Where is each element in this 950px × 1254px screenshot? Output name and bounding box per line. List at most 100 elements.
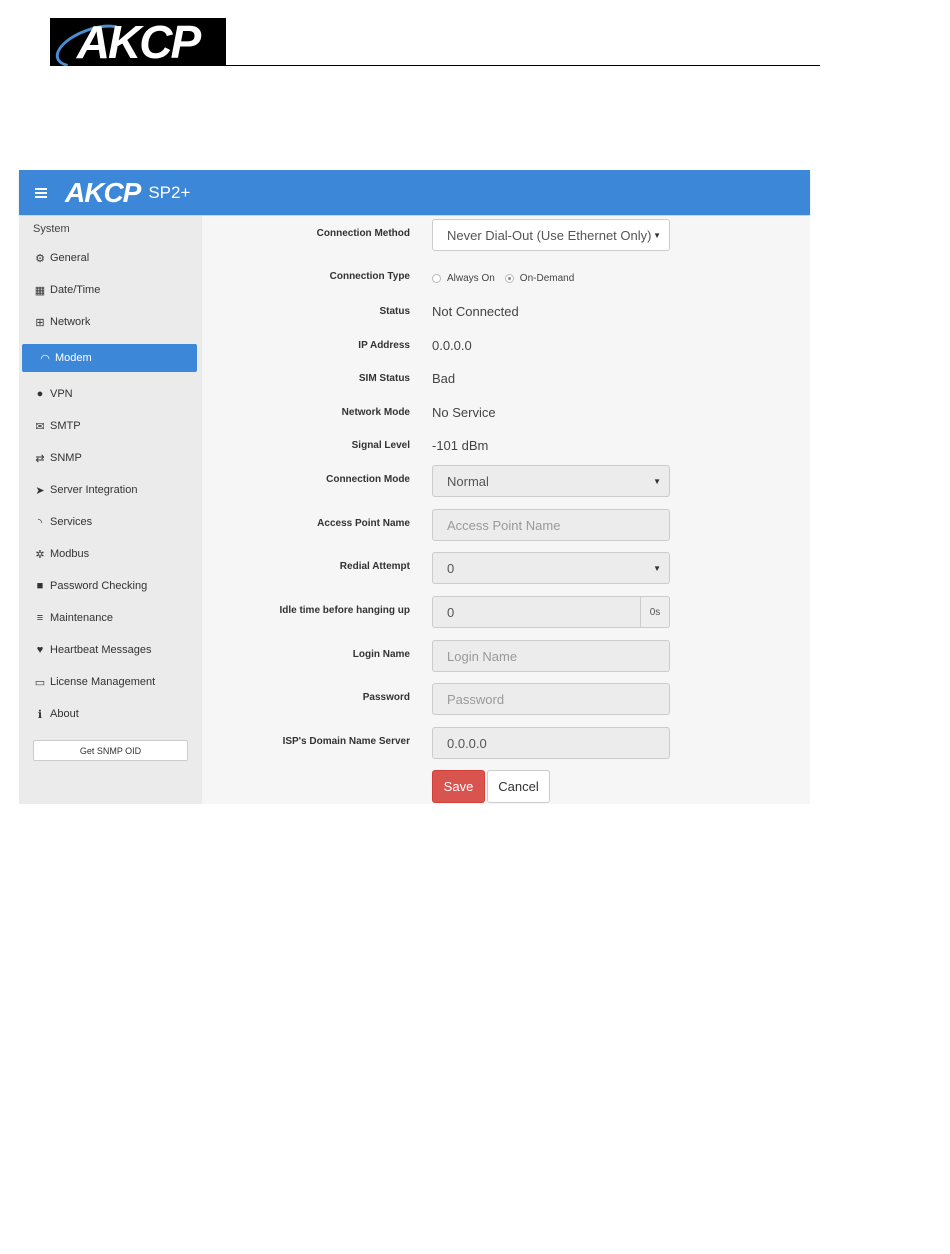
top-navbar: AKCP SP2+ bbox=[19, 170, 810, 215]
connection-mode-value: Normal bbox=[447, 473, 489, 489]
hamburger-menu-icon[interactable] bbox=[35, 187, 47, 198]
login-name-placeholder: Login Name bbox=[447, 648, 518, 664]
sim-status-value: Bad bbox=[432, 371, 456, 386]
wifi-icon: ◠ bbox=[40, 352, 50, 365]
idle-time-value: 0 bbox=[447, 604, 455, 620]
document-logo-text: AKCP bbox=[76, 18, 201, 66]
connection-method-value: Never Dial-Out (Use Ethernet Only) bbox=[447, 227, 652, 243]
sidebar-item-vpn[interactable]: ● VPN bbox=[22, 380, 197, 408]
modem-settings-form: Connection Method Never Dial-Out (Use Et… bbox=[202, 216, 810, 804]
signal-level-label: Signal Level bbox=[351, 440, 410, 451]
sidebar-item-server-integration[interactable]: ➤ Server Integration bbox=[22, 476, 197, 504]
sidebar-item-maintenance[interactable]: ≡ Maintenance bbox=[22, 604, 197, 632]
network-mode-value: No Service bbox=[432, 405, 496, 420]
connection-mode-select[interactable]: Normal ▼ bbox=[432, 465, 670, 497]
sidebar-item-snmp[interactable]: ⇄ SNMP bbox=[22, 444, 197, 472]
sidebar-item-heartbeat-messages[interactable]: ♥ Heartbeat Messages bbox=[22, 636, 197, 664]
sidebar-item-modbus[interactable]: ✲ Modbus bbox=[22, 540, 197, 568]
sidebar-item-label: SMTP bbox=[50, 420, 81, 432]
login-name-input[interactable]: Login Name bbox=[432, 640, 670, 672]
sidebar-item-label: Maintenance bbox=[50, 612, 113, 624]
product-name: SP2+ bbox=[148, 182, 191, 202]
on-demand-radio[interactable] bbox=[504, 274, 514, 283]
credit-card-icon: ▭ bbox=[34, 676, 46, 689]
access-point-name-label: Access Point Name bbox=[317, 518, 410, 529]
akcp-document-logo: AKCP bbox=[50, 18, 226, 66]
get-snmp-oid-button[interactable]: Get SNMP OID bbox=[33, 740, 188, 761]
sidebar-item-password-checking[interactable]: ■ Password Checking bbox=[22, 572, 197, 600]
sidebar-item-label: Services bbox=[50, 516, 93, 528]
rss-icon: ◝ bbox=[37, 516, 43, 529]
always-on-radio[interactable] bbox=[432, 274, 441, 283]
app-window: AKCP SP2+ System ⚙ General ▦ Date/Time ⊞… bbox=[19, 170, 810, 804]
sidebar-item-about[interactable]: ℹ About bbox=[22, 700, 197, 728]
app-logo[interactable]: AKCP bbox=[65, 177, 141, 208]
chevron-down-icon: ▼ bbox=[653, 230, 661, 240]
sidebar-item-license-management[interactable]: ▭ License Management bbox=[22, 668, 197, 696]
info-icon: ℹ bbox=[37, 708, 43, 721]
sidebar-item-label: Date/Time bbox=[50, 284, 101, 296]
sidebar-item-services[interactable]: ◝ Services bbox=[22, 508, 197, 536]
sidebar-item-label: Modbus bbox=[50, 548, 90, 560]
exchange-icon: ⇄ bbox=[35, 452, 45, 465]
connection-method-select[interactable]: Never Dial-Out (Use Ethernet Only) ▼ bbox=[432, 219, 670, 251]
sidebar-item-label: VPN bbox=[50, 388, 73, 400]
status-value: Not Connected bbox=[432, 304, 519, 319]
sidebar-item-label: Server Integration bbox=[50, 484, 138, 496]
save-button[interactable]: Save bbox=[432, 770, 485, 803]
redial-attempt-label: Redial Attempt bbox=[339, 561, 410, 572]
password-input[interactable]: Password bbox=[432, 683, 670, 715]
connection-type-radios: Always On On-Demand bbox=[432, 273, 574, 284]
sidebar-item-modem[interactable]: ◠ Modem bbox=[22, 344, 197, 372]
sidebar-item-label: Network bbox=[50, 316, 91, 328]
login-name-label: Login Name bbox=[352, 649, 410, 660]
heart-icon: ♥ bbox=[36, 644, 44, 656]
access-point-name-input[interactable]: Access Point Name bbox=[432, 509, 670, 541]
password-label: Password bbox=[362, 692, 410, 703]
on-demand-label: On-Demand bbox=[519, 273, 575, 284]
sidebar-item-label: Modem bbox=[55, 352, 92, 364]
chevron-down-icon: ▼ bbox=[653, 563, 661, 573]
sidebar-item-general[interactable]: ⚙ General bbox=[22, 244, 197, 272]
isp-dns-value: 0.0.0.0 bbox=[447, 735, 487, 751]
redial-attempt-value: 0 bbox=[447, 560, 455, 576]
signal-level-value: -101 dBm bbox=[432, 438, 489, 453]
sidebar-section-title: System bbox=[33, 223, 70, 235]
header-rule bbox=[226, 65, 820, 66]
sidebar-item-date-time[interactable]: ▦ Date/Time bbox=[22, 276, 197, 304]
sidebar-item-label: SNMP bbox=[50, 452, 82, 464]
sidebar: System ⚙ General ▦ Date/Time ⊞ Network ◠… bbox=[19, 216, 202, 804]
cancel-button[interactable]: Cancel bbox=[487, 770, 550, 803]
sidebar-item-label: General bbox=[50, 252, 90, 264]
sidebar-item-smtp[interactable]: ✉ SMTP bbox=[22, 412, 197, 440]
password-placeholder: Password bbox=[447, 691, 505, 707]
lock-icon: ■ bbox=[36, 580, 44, 592]
isp-dns-label: ISP's Domain Name Server bbox=[282, 736, 410, 747]
ip-address-value: 0.0.0.0 bbox=[432, 338, 472, 353]
modbus-icon: ✲ bbox=[35, 548, 45, 561]
sidebar-item-label: Password Checking bbox=[50, 580, 148, 592]
redial-attempt-select[interactable]: 0 ▼ bbox=[432, 552, 670, 584]
connection-type-label: Connection Type bbox=[329, 271, 410, 282]
database-icon: ≡ bbox=[36, 612, 44, 624]
gears-icon: ⚙ bbox=[35, 252, 45, 265]
idle-time-label: Idle time before hanging up bbox=[279, 605, 410, 616]
calendar-icon: ▦ bbox=[34, 284, 46, 297]
paper-plane-icon: ➤ bbox=[35, 484, 45, 497]
sim-status-label: SIM Status bbox=[358, 373, 410, 384]
sidebar-item-label: Heartbeat Messages bbox=[50, 644, 152, 656]
isp-dns-input[interactable]: 0.0.0.0 bbox=[432, 727, 670, 759]
sidebar-item-label: About bbox=[50, 708, 79, 720]
idle-time-input[interactable]: 0 0s bbox=[432, 596, 670, 628]
sitemap-icon: ⊞ bbox=[35, 316, 45, 329]
chevron-down-icon: ▼ bbox=[653, 476, 661, 486]
ip-address-label: IP Address bbox=[358, 340, 410, 351]
envelope-icon: ✉ bbox=[35, 420, 45, 433]
idle-time-unit: 0s bbox=[640, 596, 670, 628]
network-mode-label: Network Mode bbox=[341, 407, 410, 418]
connection-mode-label: Connection Mode bbox=[326, 474, 410, 485]
always-on-label: Always On bbox=[447, 273, 495, 284]
access-point-name-placeholder: Access Point Name bbox=[447, 517, 561, 533]
sidebar-item-network[interactable]: ⊞ Network bbox=[22, 308, 197, 336]
globe-icon: ● bbox=[36, 388, 44, 400]
